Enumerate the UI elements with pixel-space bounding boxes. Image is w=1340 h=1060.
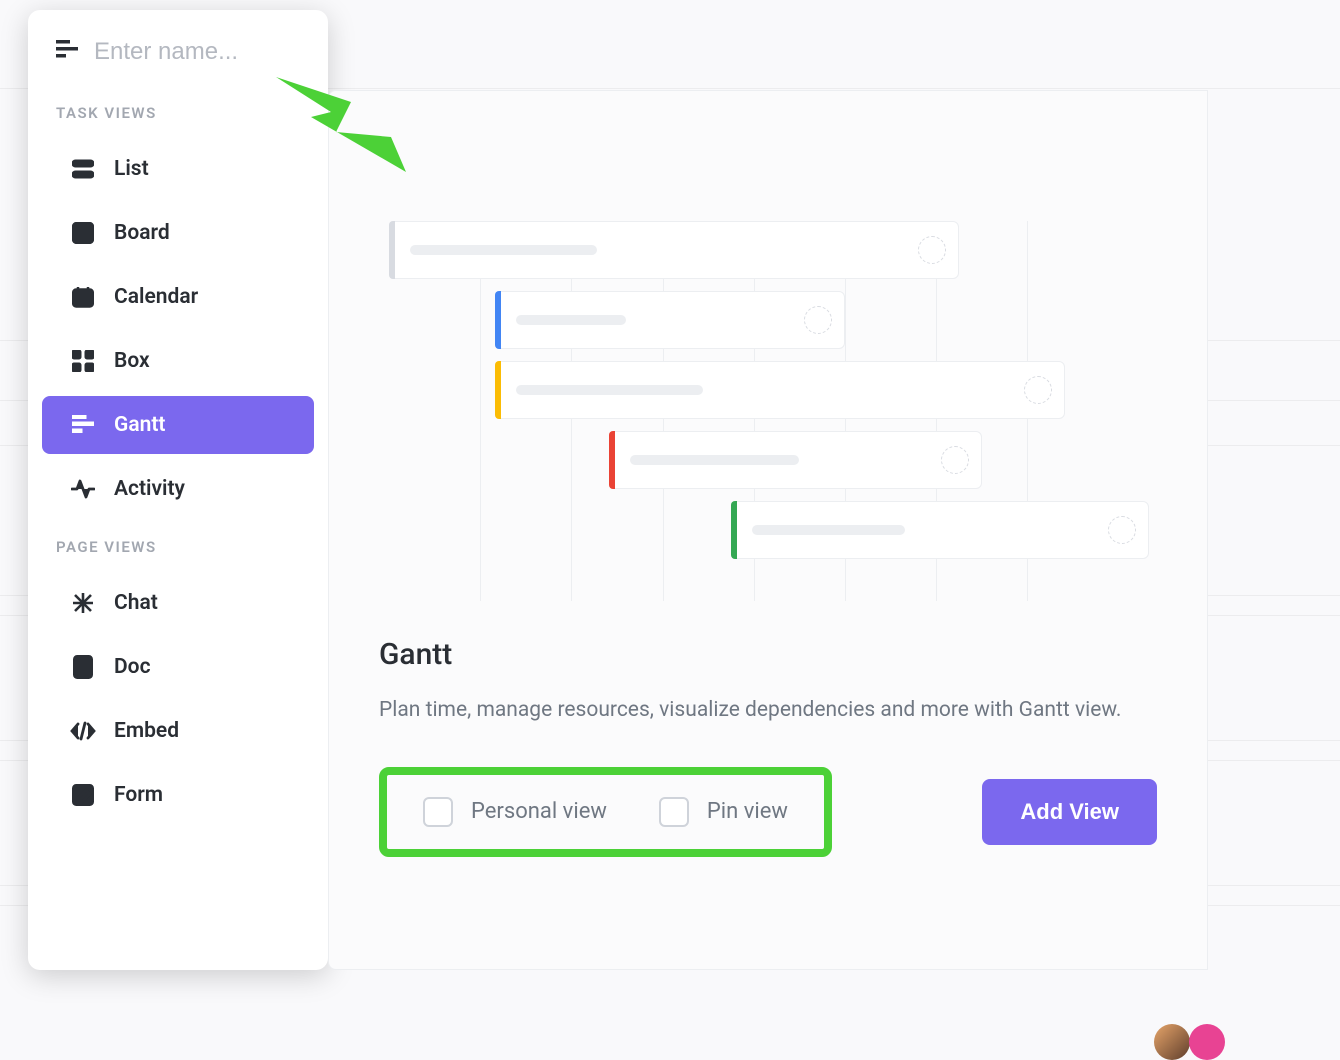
chat-icon xyxy=(70,592,96,614)
preview-title: Gantt xyxy=(379,637,1157,672)
box-icon xyxy=(70,350,96,372)
task-view-board[interactable]: Board xyxy=(42,204,314,262)
calendar-icon xyxy=(70,286,96,308)
pin-view-option[interactable]: Pin view xyxy=(659,797,788,827)
view-label: Embed xyxy=(114,719,179,743)
view-label: Doc xyxy=(114,655,151,679)
task-view-calendar[interactable]: Calendar xyxy=(42,268,314,326)
task-view-activity[interactable]: Activity xyxy=(42,460,314,518)
doc-icon xyxy=(70,655,96,679)
task-views-heading: TASK VIEWS xyxy=(28,94,328,134)
view-label: Chat xyxy=(114,591,158,615)
task-view-list[interactable]: List xyxy=(42,140,314,198)
gantt-icon xyxy=(70,415,96,435)
preview-description: Plan time, manage resources, visualize d… xyxy=(379,694,1129,727)
page-view-embed[interactable]: Embed xyxy=(42,702,314,760)
checkbox-icon xyxy=(423,797,453,827)
preview-options-row: Personal view Pin view Add View xyxy=(379,767,1157,857)
option-label: Personal view xyxy=(471,799,607,824)
embed-icon xyxy=(70,721,96,741)
view-label: Gantt xyxy=(114,413,165,437)
highlighted-options: Personal view Pin view xyxy=(379,767,832,857)
view-label: List xyxy=(114,157,149,181)
activity-icon xyxy=(70,479,96,499)
view-label: Form xyxy=(114,783,163,807)
page-view-chat[interactable]: Chat xyxy=(42,574,314,632)
views-panel: TASK VIEWS List Board Calendar Box Gantt xyxy=(28,10,328,970)
view-label: Calendar xyxy=(114,285,198,309)
add-view-button[interactable]: Add View xyxy=(982,779,1157,845)
page-views-heading: PAGE VIEWS xyxy=(28,528,328,568)
personal-view-option[interactable]: Personal view xyxy=(423,797,607,827)
form-icon xyxy=(70,784,96,806)
checkbox-icon xyxy=(659,797,689,827)
view-name-row xyxy=(28,38,328,94)
gantt-illustration xyxy=(389,221,1149,601)
view-label: Activity xyxy=(114,477,185,501)
view-label: Box xyxy=(114,349,150,373)
gantt-icon xyxy=(56,40,78,64)
option-label: Pin view xyxy=(707,799,788,824)
task-view-gantt[interactable]: Gantt xyxy=(42,396,314,454)
page-view-doc[interactable]: Doc xyxy=(42,638,314,696)
list-icon xyxy=(70,159,96,179)
view-preview-panel: Gantt Plan time, manage resources, visua… xyxy=(328,90,1208,970)
board-icon xyxy=(70,222,96,244)
view-name-input[interactable] xyxy=(94,38,404,66)
page-view-form[interactable]: Form xyxy=(42,766,314,824)
view-label: Board xyxy=(114,221,170,245)
task-view-box[interactable]: Box xyxy=(42,332,314,390)
